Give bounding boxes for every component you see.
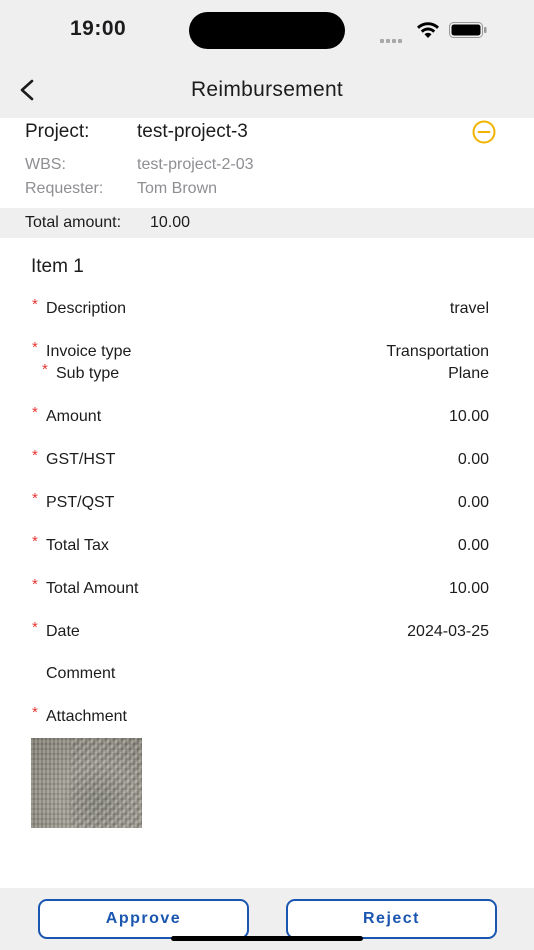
- requester-value: Tom Brown: [137, 180, 218, 197]
- status-time: 19:00: [70, 17, 127, 40]
- project-label: Project:: [25, 121, 90, 142]
- home-indicator: [171, 936, 363, 941]
- required-marker: *: [32, 619, 38, 636]
- field-label: Comment: [46, 665, 116, 682]
- total-amount-value: 10.00: [150, 214, 191, 231]
- item-title: Item 1: [31, 256, 84, 277]
- field-pst-qst: * PST/QST 0.00: [0, 490, 534, 518]
- wbs-value: test-project-2-03: [137, 156, 254, 173]
- field-total-amount: * Total Amount 10.00: [0, 576, 534, 604]
- required-marker: *: [32, 404, 38, 421]
- field-label: Amount: [46, 408, 102, 425]
- field-value: 10.00: [448, 580, 489, 597]
- field-value: Transportation: [386, 343, 489, 360]
- battery-icon: [449, 22, 487, 38]
- field-label: Description: [46, 300, 127, 317]
- field-amount: * Amount 10.00: [0, 404, 534, 432]
- approve-button[interactable]: Approve: [38, 899, 249, 939]
- field-label: Sub type: [56, 365, 120, 382]
- required-marker: *: [32, 447, 38, 464]
- field-label: Date: [46, 623, 80, 640]
- required-marker: *: [32, 490, 38, 507]
- field-date: * Date 2024-03-25: [0, 619, 534, 647]
- project-value: test-project-3: [137, 121, 248, 142]
- field-gst-hst: * GST/HST 0.00: [0, 447, 534, 475]
- required-marker: *: [32, 533, 38, 550]
- field-value: 0.00: [457, 451, 489, 468]
- field-label: Attachment: [46, 708, 127, 725]
- field-attachment: * Attachment: [0, 704, 534, 732]
- field-value: 0.00: [457, 537, 489, 554]
- status-bar: 19:00: [0, 0, 534, 62]
- field-value: Plane: [448, 365, 489, 382]
- field-total-tax: * Total Tax 0.00: [0, 533, 534, 561]
- field-value: travel: [449, 300, 489, 317]
- field-label: Invoice type: [46, 343, 132, 360]
- field-description: * Description travel: [0, 296, 534, 324]
- field-label: Total Tax: [46, 537, 109, 554]
- field-label: PST/QST: [46, 494, 115, 511]
- total-amount-bar: Total amount: 10.00: [0, 208, 534, 238]
- wifi-icon: [417, 22, 439, 38]
- field-label: Total Amount: [46, 580, 139, 597]
- required-marker: *: [42, 361, 48, 378]
- requester-label: Requester:: [25, 180, 104, 197]
- field-label: GST/HST: [46, 451, 116, 468]
- attachment-thumbnail[interactable]: [31, 738, 142, 828]
- field-value: 0.00: [457, 494, 489, 511]
- request-header: Project: test-project-3 WBS: test-projec…: [0, 118, 534, 208]
- required-marker: *: [32, 296, 38, 313]
- field-comment: Comment: [0, 665, 534, 689]
- page-title: Reimbursement: [190, 78, 344, 101]
- field-value: 10.00: [448, 408, 489, 425]
- required-marker: *: [32, 339, 38, 356]
- field-sub-type: * Sub type Plane: [0, 361, 534, 389]
- field-value: 2024-03-25: [407, 623, 489, 640]
- total-amount-label: Total amount:: [25, 214, 122, 231]
- nav-bar: Reimbursement: [0, 62, 534, 118]
- field-invoice-type: * Invoice type Transportation: [0, 339, 534, 367]
- minus-circle-icon[interactable]: [472, 120, 496, 144]
- cellular-signal-icon: [380, 30, 407, 43]
- required-marker: *: [32, 576, 38, 593]
- required-marker: *: [32, 704, 38, 721]
- dynamic-island: [189, 12, 345, 49]
- wbs-label: WBS:: [25, 156, 66, 173]
- reject-button[interactable]: Reject: [286, 899, 497, 939]
